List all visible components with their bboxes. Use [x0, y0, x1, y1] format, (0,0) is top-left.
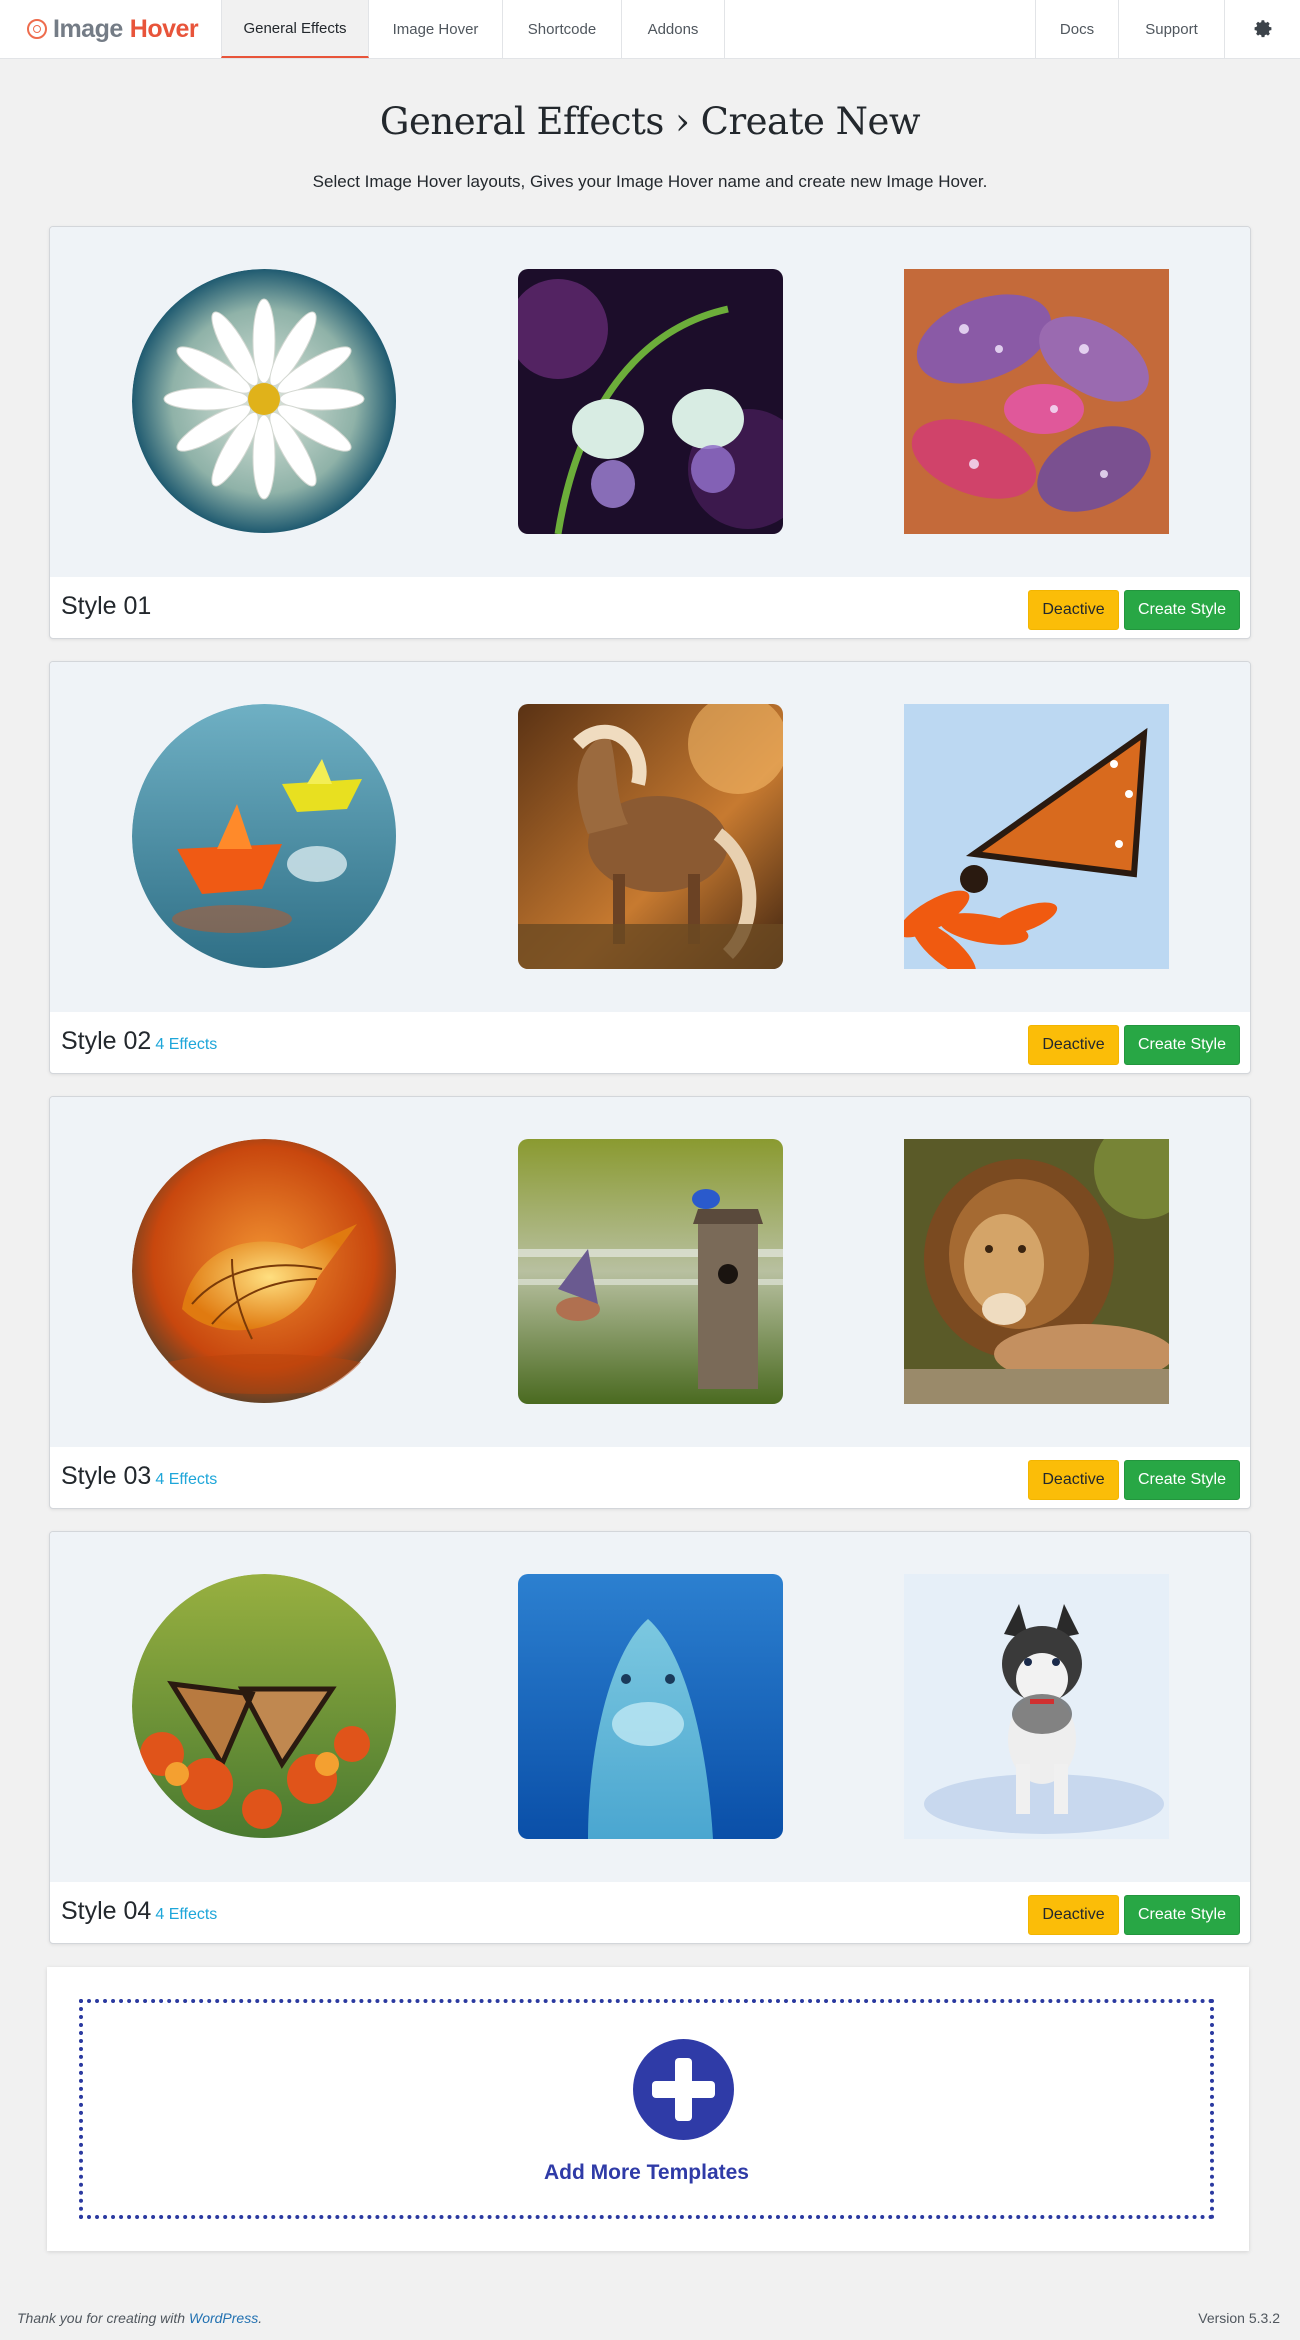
tab-addons[interactable]: Addons	[622, 0, 725, 58]
footer-thanks-suffix: .	[258, 2310, 263, 2326]
style-title: Style 03	[61, 1462, 152, 1490]
butterfly-on-flower-image	[904, 704, 1169, 969]
nav-docs[interactable]: Docs	[1035, 0, 1119, 58]
style-footer: Style 04 4 Effects Deactive Create Style	[50, 1882, 1250, 1943]
effects-link[interactable]: 4 Effects	[155, 1471, 217, 1488]
brand-text-hover: Hover	[129, 14, 199, 43]
brand-logo[interactable]: Image Hover	[0, 0, 221, 58]
style-preview	[50, 1097, 1250, 1447]
settings-button[interactable]	[1225, 0, 1300, 58]
style-card-04: Style 04 4 Effects Deactive Create Style	[49, 1531, 1251, 1944]
add-more-templates-card[interactable]: Add More Templates	[47, 1967, 1249, 2251]
style-card-01: Style 01 Deactive Create Style	[49, 226, 1251, 639]
plus-icon[interactable]	[633, 2039, 734, 2140]
style-title: Style 01	[61, 592, 152, 620]
deactive-button[interactable]: Deactive	[1028, 1025, 1119, 1065]
brand-text-image: Image	[53, 14, 123, 43]
style-footer: Style 01 Deactive Create Style	[50, 577, 1250, 638]
add-more-templates-label[interactable]: Add More Templates	[83, 2161, 1210, 2185]
style-card-02: Style 02 4 Effects Deactive Create Style	[49, 661, 1251, 1074]
style-footer: Style 03 4 Effects Deactive Create Style	[50, 1447, 1250, 1508]
style-preview	[50, 227, 1250, 577]
style-preview	[50, 1532, 1250, 1882]
deactive-button[interactable]: Deactive	[1028, 1895, 1119, 1935]
page-title: General Effects › Create New	[379, 100, 921, 143]
deactive-button[interactable]: Deactive	[1028, 1460, 1119, 1500]
glowing-physalis-image	[132, 1139, 397, 1404]
bluebirds-birdhouse-image	[518, 1139, 783, 1404]
create-style-button[interactable]: Create Style	[1124, 590, 1240, 630]
create-style-button[interactable]: Create Style	[1124, 1025, 1240, 1065]
lion-image	[904, 1139, 1169, 1404]
wet-leaves-image	[904, 269, 1169, 534]
wordpress-link[interactable]: WordPress	[189, 2310, 258, 2326]
tab-image-hover[interactable]: Image Hover	[369, 0, 503, 58]
style-footer: Style 02 4 Effects Deactive Create Style	[50, 1012, 1250, 1073]
gear-icon	[1254, 20, 1271, 38]
footer-version: Version 5.3.2	[1198, 2310, 1280, 2326]
footer-thanks-text: Thank you for creating with	[17, 2310, 189, 2326]
daisy-image	[132, 269, 397, 534]
style-card-03: Style 03 4 Effects Deactive Create Style	[49, 1096, 1251, 1509]
deactive-button[interactable]: Deactive	[1028, 590, 1119, 630]
dolphin-image	[518, 1574, 783, 1839]
husky-puppy-image	[904, 1574, 1169, 1839]
style-title: Style 04	[61, 1897, 152, 1925]
page-subtitle: Select Image Hover layouts, Gives your I…	[312, 172, 988, 191]
water-drop-flowers-image	[518, 269, 783, 534]
style-name: Style 02 4 Effects	[61, 1027, 217, 1056]
style-preview	[50, 662, 1250, 1012]
nav-support[interactable]: Support	[1119, 0, 1225, 58]
effects-link[interactable]: 4 Effects	[155, 1036, 217, 1053]
style-name: Style 04 4 Effects	[61, 1897, 217, 1926]
style-name: Style 01	[61, 592, 155, 621]
footer-thanks: Thank you for creating with WordPress.	[17, 2310, 262, 2326]
add-more-dropzone[interactable]: Add More Templates	[79, 1999, 1214, 2219]
create-style-button[interactable]: Create Style	[1124, 1460, 1240, 1500]
tab-shortcode[interactable]: Shortcode	[503, 0, 622, 58]
monarch-butterfly-image	[132, 1574, 397, 1839]
style-title: Style 02	[61, 1027, 152, 1055]
horse-image	[518, 704, 783, 969]
tab-general-effects[interactable]: General Effects	[221, 0, 369, 58]
paper-boats-image	[132, 704, 397, 969]
style-name: Style 03 4 Effects	[61, 1462, 217, 1491]
top-nav: Image Hover General Effects Image Hover …	[0, 0, 1300, 59]
effects-link[interactable]: 4 Effects	[155, 1906, 217, 1923]
create-style-button[interactable]: Create Style	[1124, 1895, 1240, 1935]
logo-icon	[27, 19, 47, 39]
